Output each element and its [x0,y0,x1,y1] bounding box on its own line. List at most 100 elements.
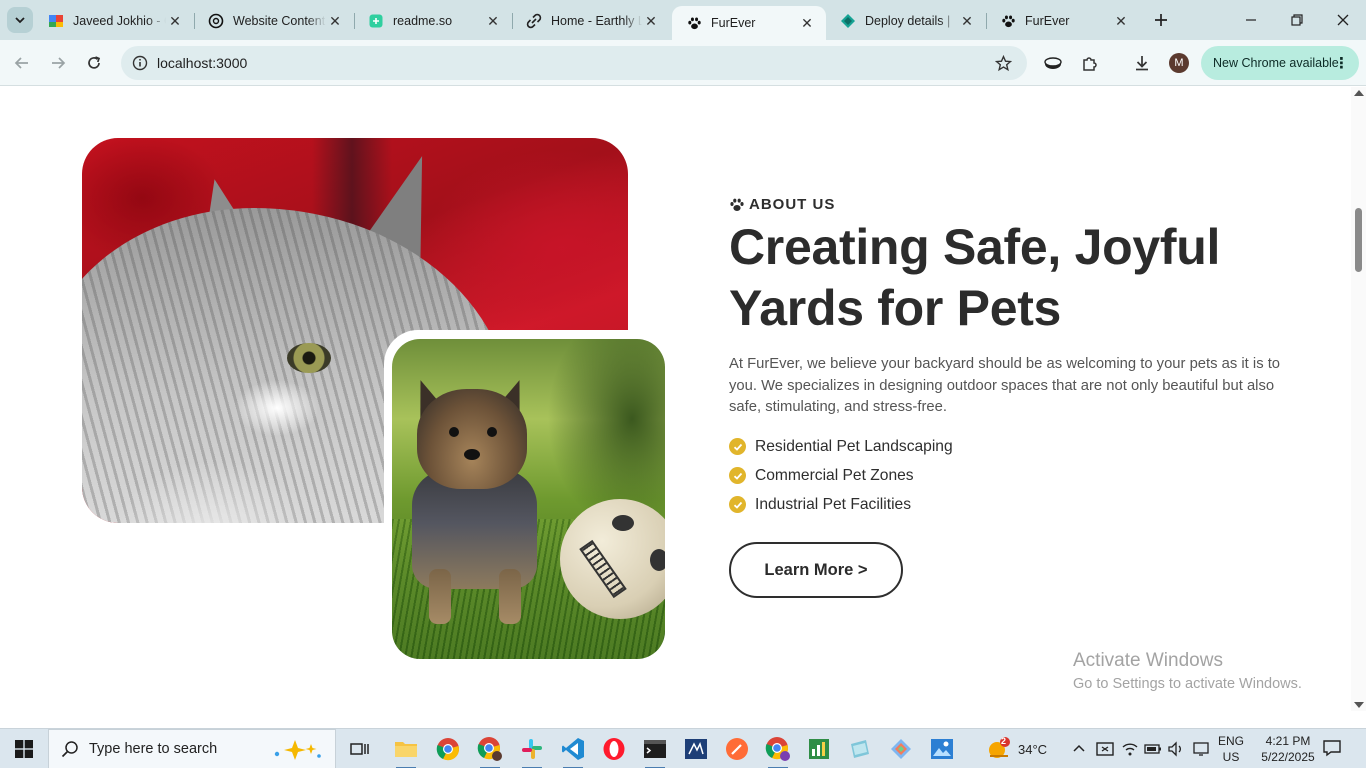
close-icon[interactable]: ✕ [166,12,184,30]
url-text[interactable]: localhost:3000 [157,55,247,71]
chrome-profile-2-icon[interactable] [764,735,792,768]
git-tool-icon[interactable] [887,735,915,763]
extension-drive-icon[interactable] [1042,52,1064,74]
paw-icon [730,198,744,211]
system-clock[interactable]: 4:21 PM 5/22/2025 [1253,733,1323,765]
scrollbar-thumb[interactable] [1355,208,1362,272]
about-heading: Creating Safe, Joyful Yards for Pets [729,219,1221,336]
display-icon[interactable] [1192,729,1210,768]
region-code: US [1222,750,1240,764]
browser-toolbar: localhost:3000 M New Chrome available ⋮ [0,40,1366,86]
weather-temp: 34°C [1018,741,1048,757]
feature-label: Industrial Pet Facilities [755,495,911,513]
meet-now-icon[interactable] [1096,729,1114,768]
terminal-icon[interactable] [641,735,669,768]
page-scrollbar[interactable] [1351,87,1366,711]
tab-furever-active[interactable]: FurEver ✕ [672,6,826,40]
profile-avatar[interactable]: M [1169,53,1189,73]
learn-more-button[interactable]: Learn More > [729,542,903,598]
check-circle-icon [729,496,746,513]
activate-windows-watermark: Activate Windows Go to Settings to activ… [1073,650,1302,692]
feature-label: Residential Pet Landscaping [755,437,953,455]
vscode-icon[interactable] [559,735,587,768]
feature-item: Commercial Pet Zones [729,461,953,490]
taskbar-search[interactable]: Type here to search [48,729,336,768]
check-circle-icon [729,438,746,455]
scroll-down-icon[interactable] [1354,702,1364,708]
tab-title: Home - Earthly L [551,14,642,28]
minimize-button[interactable] [1228,0,1274,40]
back-button[interactable] [9,50,35,76]
bookmark-star-icon[interactable] [993,53,1013,73]
tab-javeed[interactable]: Javeed Jokhio - G ✕ [34,6,194,36]
opera-icon[interactable] [600,735,628,763]
restore-button[interactable] [1274,0,1320,40]
more-vert-icon[interactable]: ⋮ [1334,54,1349,72]
clock-date: 5/22/2025 [1261,750,1315,764]
tab-search-button[interactable] [7,7,33,33]
download-icon[interactable] [1131,52,1153,74]
tab-earthly[interactable]: Home - Earthly L ✕ [512,6,670,36]
chrome-profile-icon[interactable] [476,735,504,768]
forward-button[interactable] [45,50,71,76]
netlify-icon [840,13,856,29]
weather-widget[interactable]: 2 34°C [986,729,1047,768]
chrome-update-button[interactable]: New Chrome available ⋮ [1201,46,1359,80]
dog-photo [392,339,665,659]
about-eyebrow: ABOUT US [729,196,835,213]
tab-readme[interactable]: readme.so ✕ [354,6,512,36]
close-icon[interactable]: ✕ [1112,12,1130,30]
postman-icon[interactable] [723,735,751,763]
close-icon[interactable]: ✕ [326,12,344,30]
address-bar[interactable]: localhost:3000 [121,46,1027,80]
close-icon[interactable]: ✕ [798,14,816,32]
code-editor-icon[interactable] [682,735,710,763]
tab-deploy-details[interactable]: Deploy details | ✕ [826,6,986,36]
arrow-left-icon [14,57,28,69]
wifi-icon[interactable] [1121,729,1139,768]
input-language[interactable]: ENG US [1218,733,1244,765]
eyebrow-text: ABOUT US [749,196,836,213]
language-code: ENG [1218,734,1245,748]
feature-item: Residential Pet Landscaping [729,432,953,461]
show-hidden-icons[interactable] [1072,729,1086,768]
paw-icon [686,15,702,31]
volume-icon[interactable] [1167,729,1185,768]
search-placeholder: Type here to search [89,741,218,757]
tab-title: Deploy details | [865,14,951,28]
slack-icon[interactable] [518,735,546,768]
start-button[interactable] [0,729,48,768]
watermark-title: Activate Windows [1073,650,1223,671]
file-explorer-icon[interactable] [392,735,420,768]
scroll-up-icon[interactable] [1354,90,1364,96]
battery-icon[interactable] [1144,729,1162,768]
link-icon [526,13,542,29]
close-icon[interactable]: ✕ [958,12,976,30]
tab-title: Website Content [233,14,326,28]
close-icon[interactable]: ✕ [642,12,660,30]
check-circle-icon [729,467,746,484]
extensions-puzzle-icon[interactable] [1079,52,1101,74]
copilot-sparkle-icon[interactable] [265,738,325,762]
tab-website-content[interactable]: Website Content ✕ [194,6,354,36]
photos-icon[interactable] [928,735,956,763]
reload-icon [88,56,101,69]
chevron-up-icon [1073,744,1085,752]
close-icon[interactable]: ✕ [484,12,502,30]
feature-item: Industrial Pet Facilities [729,490,953,519]
notes-icon[interactable] [846,735,874,763]
minimize-icon [1246,19,1256,21]
chrome-icon[interactable] [434,735,462,763]
reload-button[interactable] [81,50,107,76]
site-info-icon[interactable] [130,53,150,73]
tab-title: readme.so [393,14,453,28]
close-window-button[interactable] [1320,0,1366,40]
task-view-icon[interactable] [346,735,374,763]
tab-furever-2[interactable]: FurEver ✕ [986,6,1140,36]
restore-icon [1291,14,1303,26]
spreadsheet-icon[interactable] [805,735,833,763]
new-tab-button[interactable] [1150,9,1172,31]
weather-badge: 2 [1001,736,1007,746]
windows-logo-icon [15,740,33,758]
notification-center-icon[interactable] [1322,738,1344,760]
